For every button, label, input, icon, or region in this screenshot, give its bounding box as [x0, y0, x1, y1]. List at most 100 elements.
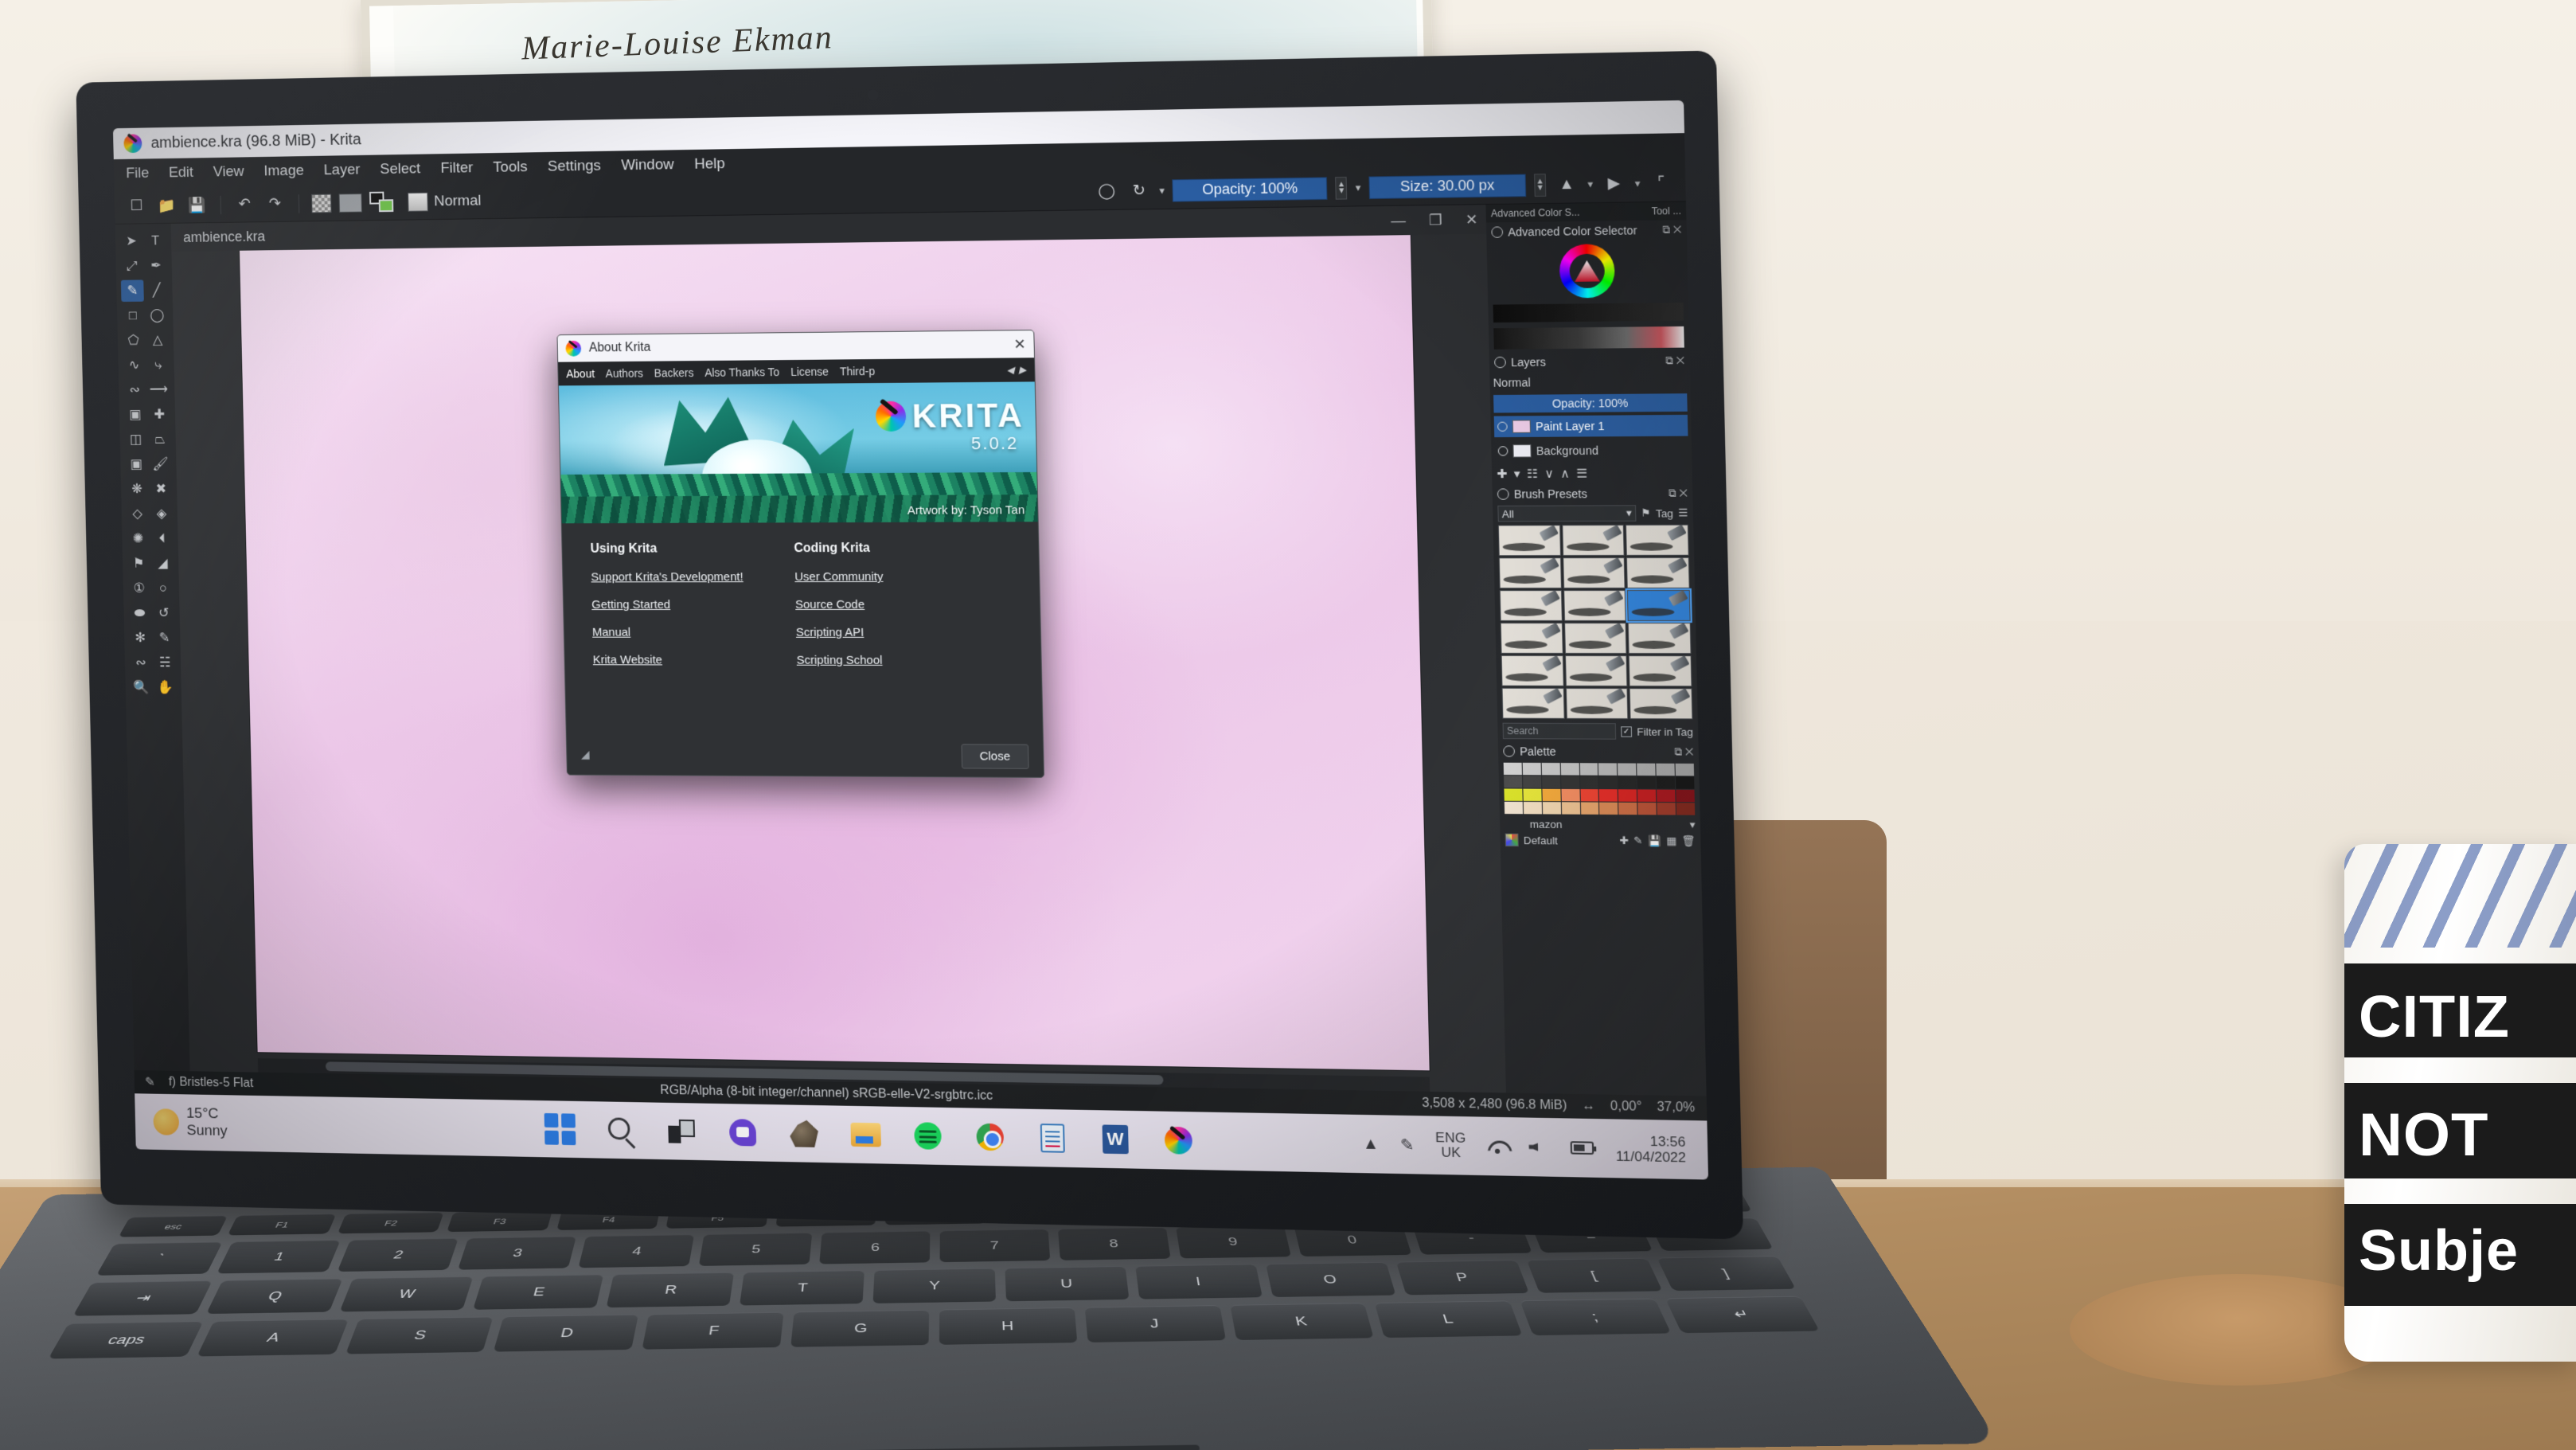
- windows-logo-icon[interactable]: [544, 1112, 576, 1146]
- krita-logo-icon[interactable]: [1161, 1124, 1195, 1157]
- key[interactable]: 9: [1176, 1225, 1292, 1259]
- palette-swatch[interactable]: [1523, 801, 1542, 815]
- close-icon[interactable]: ✕: [1013, 336, 1026, 353]
- weather-widget[interactable]: 15°C Sunny: [135, 1104, 386, 1143]
- pan-icon[interactable]: ✋: [154, 677, 177, 698]
- close-button[interactable]: Close: [961, 743, 1029, 769]
- polyline-icon[interactable]: △: [146, 329, 170, 351]
- language-indicator[interactable]: ENG UK: [1435, 1130, 1466, 1161]
- window-controls[interactable]: — ❐ ✕: [1391, 205, 1478, 235]
- brush-preset-cell[interactable]: [1497, 525, 1561, 557]
- docker-tab-tool-options[interactable]: Tool ...: [1651, 205, 1681, 217]
- brush-search-row[interactable]: Search ✓ Filter in Tag: [1497, 721, 1698, 743]
- palette-swatch[interactable]: [1637, 763, 1656, 776]
- brush-preset-cell[interactable]: [1501, 687, 1565, 719]
- link-manual[interactable]: Manual: [592, 626, 749, 639]
- gimp-icon[interactable]: [788, 1117, 821, 1150]
- brush-preset-cell[interactable]: [1563, 623, 1627, 655]
- menu-edit[interactable]: Edit: [169, 164, 194, 182]
- brush-preset-cell[interactable]: [1626, 557, 1690, 588]
- menu-view[interactable]: View: [213, 163, 244, 181]
- stylus-icon[interactable]: ✎: [1400, 1135, 1415, 1155]
- system-tray[interactable]: ▲ ✎ ENG UK 13:56 11/04/2022: [1362, 1128, 1708, 1166]
- foreground-background-color-icon[interactable]: [369, 191, 396, 213]
- key[interactable]: O: [1266, 1261, 1396, 1297]
- resize-grip-icon[interactable]: ◢: [581, 748, 590, 761]
- key[interactable]: F1: [228, 1214, 337, 1236]
- edit-swatch-icon[interactable]: ✎: [1633, 834, 1643, 848]
- menu-filter[interactable]: Filter: [440, 159, 473, 177]
- key[interactable]: 3: [458, 1236, 576, 1270]
- brush-preset-grid[interactable]: [1493, 523, 1698, 721]
- bezier-select-icon[interactable]: ∾: [129, 652, 152, 674]
- tab-scroll-controls[interactable]: ◀ ▶: [1006, 364, 1026, 375]
- opacity-slider[interactable]: Opacity: 100%: [1172, 176, 1328, 202]
- docker-title-brush-presets[interactable]: Brush Presets ⧉ ✕: [1492, 483, 1692, 504]
- duplicate-layer-icon[interactable]: ☷: [1527, 467, 1538, 481]
- palette-swatch[interactable]: [1657, 789, 1676, 803]
- task-view-icon[interactable]: [665, 1116, 697, 1147]
- key[interactable]: Y: [872, 1268, 996, 1303]
- chevron-left-icon[interactable]: ◀: [1006, 364, 1014, 375]
- polygon-icon[interactable]: ⬠: [122, 330, 145, 352]
- menu-layer[interactable]: Layer: [323, 162, 360, 179]
- palette-swatch[interactable]: [1580, 789, 1599, 802]
- move-up-icon[interactable]: ∧: [1560, 466, 1570, 480]
- key[interactable]: S: [345, 1316, 494, 1354]
- line-icon[interactable]: ╱: [145, 279, 168, 302]
- menu-tools[interactable]: Tools: [493, 158, 528, 176]
- battery-icon[interactable]: [1570, 1141, 1594, 1155]
- brush-preset-cell[interactable]: [1501, 655, 1564, 686]
- palette-swatch[interactable]: [1618, 763, 1637, 776]
- size-stepper[interactable]: ▲ ▼: [1533, 173, 1547, 197]
- palette-swatch[interactable]: [1637, 789, 1657, 802]
- transform-icon[interactable]: ▣: [123, 404, 146, 425]
- about-dialog-tabs[interactable]: About Authors Backers Also Thanks To Lic…: [558, 358, 1035, 386]
- gradient-edit-icon[interactable]: ◢: [151, 553, 174, 574]
- speaker-icon[interactable]: [1528, 1139, 1548, 1155]
- key[interactable]: L: [1375, 1300, 1523, 1339]
- ellipse-icon[interactable]: ◯: [146, 304, 169, 326]
- key[interactable]: Q: [206, 1278, 343, 1315]
- layer-visibility-icon[interactable]: [1497, 421, 1508, 432]
- new-document-icon[interactable]: ☐: [125, 194, 148, 218]
- menu-help[interactable]: Help: [694, 155, 725, 173]
- key[interactable]: 7: [939, 1229, 1051, 1263]
- brush-preset-cell[interactable]: [1564, 655, 1628, 687]
- layer-row-paint-layer-1[interactable]: Paint Layer 1: [1493, 414, 1688, 438]
- palette-swatch[interactable]: [1561, 788, 1580, 802]
- menu-select[interactable]: Select: [380, 161, 420, 178]
- palette-swatch[interactable]: [1522, 762, 1541, 776]
- palette-swatch[interactable]: [1504, 788, 1523, 801]
- docker-actions[interactable]: ⧉ ✕: [1674, 745, 1693, 759]
- size-slider[interactable]: Size: 30.00 px: [1368, 174, 1527, 199]
- palette-swatch[interactable]: [1542, 802, 1561, 815]
- chevron-down-icon[interactable]: ▾: [1634, 177, 1640, 190]
- key[interactable]: P: [1395, 1260, 1529, 1296]
- statusbar-rotation[interactable]: 0,00°: [1610, 1100, 1642, 1115]
- key[interactable]: K: [1229, 1303, 1375, 1340]
- docker-lock-icon[interactable]: [1494, 356, 1506, 369]
- key[interactable]: 6: [819, 1230, 931, 1264]
- brush-preset-cell[interactable]: [1499, 590, 1563, 621]
- taskbar-app-icons[interactable]: W: [385, 1110, 1363, 1159]
- edit-shapes-icon[interactable]: ⤢: [120, 255, 143, 277]
- palette-swatch[interactable]: [1676, 789, 1695, 803]
- link-krita-website[interactable]: Krita Website: [593, 653, 750, 666]
- color-triangle[interactable]: [1569, 253, 1606, 289]
- brush-tag-dropdown[interactable]: All ▾: [1497, 505, 1637, 522]
- fill-icon[interactable]: ◇: [126, 503, 149, 525]
- chevron-down-icon[interactable]: ▾: [1587, 178, 1593, 191]
- tab-also-thanks-to[interactable]: Also Thanks To: [704, 365, 779, 379]
- layer-row-background[interactable]: Background: [1494, 440, 1688, 462]
- reference-images-icon[interactable]: ⚑: [127, 553, 150, 574]
- brush-preset-icon[interactable]: ✎: [145, 1074, 155, 1090]
- docker-title-layers[interactable]: Layers ⧉ ✕: [1489, 351, 1690, 373]
- background-color[interactable]: [378, 198, 394, 212]
- palette-swatch[interactable]: [1579, 763, 1598, 776]
- polygonal-select-icon[interactable]: ⬬: [128, 602, 151, 623]
- mirror-vertical-icon[interactable]: ▶: [1601, 171, 1626, 196]
- tab-about[interactable]: About: [566, 367, 595, 380]
- clock[interactable]: 13:56 11/04/2022: [1615, 1133, 1687, 1166]
- docker-title-palette[interactable]: Palette ⧉ ✕: [1498, 741, 1699, 762]
